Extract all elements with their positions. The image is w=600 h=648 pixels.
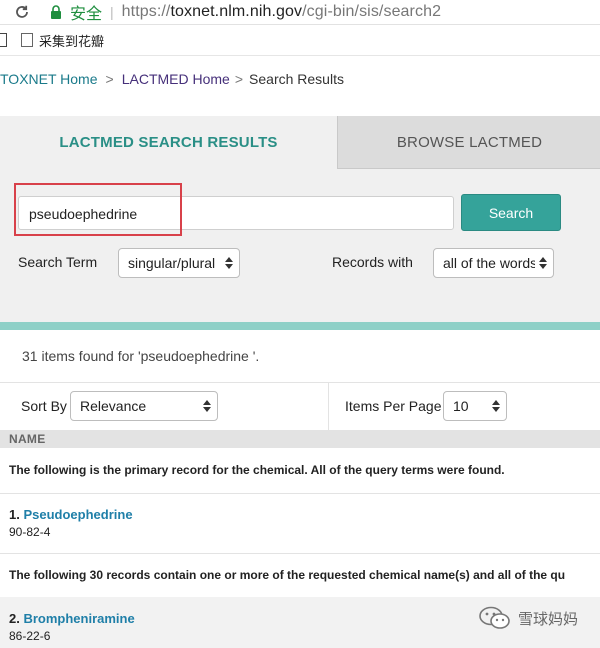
result-cas: 86-22-6	[9, 629, 51, 643]
sort-by-value: Relevance	[80, 398, 147, 414]
records-with-select[interactable]: all of the words	[433, 248, 554, 278]
select-arrows-icon	[492, 398, 500, 414]
result-cas: 90-82-4	[9, 525, 51, 539]
tab-browse-lactmed[interactable]: BROWSE LACTMED	[337, 116, 600, 169]
apps-icon[interactable]	[0, 33, 7, 47]
breadcrumb-separator: >	[234, 71, 244, 87]
items-per-page-value: 10	[453, 398, 469, 414]
select-arrows-icon	[539, 255, 547, 271]
result-link[interactable]: Brompheniramine	[23, 611, 134, 626]
lock-icon	[50, 3, 66, 21]
secondary-records-note: The following 30 records contain one or …	[9, 568, 566, 582]
records-with-label: Records with	[332, 254, 413, 270]
records-with-value: all of the words	[443, 255, 535, 271]
items-per-page-label: Items Per Page	[345, 398, 442, 414]
breadcrumb: TOXNET Home > LACTMED Home > Search Resu…	[0, 70, 344, 88]
divider	[0, 553, 600, 554]
wechat-logo-icon	[478, 606, 512, 630]
sort-controls: Sort By Relevance Items Per Page 10	[0, 382, 600, 431]
primary-record-note: The following is the primary record for …	[9, 463, 505, 477]
reload-icon[interactable]	[12, 2, 32, 22]
breadcrumb-current: Search Results	[249, 71, 344, 87]
select-arrows-icon	[225, 255, 233, 271]
url-host: toxnet.nlm.nih.gov	[170, 3, 303, 20]
result-link[interactable]: Pseudoephedrine	[23, 507, 132, 522]
bookmark-item[interactable]: 采集到花瓣	[39, 31, 104, 50]
result-title: 2. Brompheniramine	[9, 611, 135, 626]
divider	[0, 493, 600, 494]
result-number: 2.	[9, 611, 20, 626]
name-column-header: NAME	[0, 430, 600, 448]
tab-lactmed-search-results[interactable]: LACTMED SEARCH RESULTS	[0, 116, 337, 168]
accent-divider	[0, 322, 600, 330]
breadcrumb-lactmed-home[interactable]: LACTMED Home	[122, 71, 230, 87]
search-input[interactable]: pseudoephedrine	[18, 196, 454, 230]
breadcrumb-separator: >	[105, 71, 114, 87]
sort-by-select[interactable]: Relevance	[70, 391, 218, 421]
search-panel: LACTMED SEARCH RESULTS BROWSE LACTMED ps…	[0, 116, 600, 327]
secure-label: 安全	[70, 6, 103, 23]
bookmark-page-icon	[21, 33, 33, 47]
url-path: /cgi-bin/sis/search2	[302, 3, 442, 20]
bookmarks-bar: 采集到花瓣	[0, 25, 600, 56]
items-per-page-select[interactable]: 10	[443, 391, 507, 421]
search-button[interactable]: Search	[461, 194, 561, 231]
url-field[interactable]: https://toxnet.nlm.nih.gov/cgi-bin/sis/s…	[122, 3, 441, 21]
search-term-value: singular/plural	[128, 255, 216, 271]
result-title: 1. Pseudoephedrine	[9, 507, 133, 522]
watermark-text: 雪球妈妈	[518, 609, 579, 628]
search-term-select[interactable]: singular/plural	[118, 248, 240, 278]
results-count: 31 items found for 'pseudoephedrine '.	[22, 348, 260, 364]
url-scheme: https://	[121, 3, 171, 20]
result-number: 1.	[9, 507, 20, 522]
sort-by-label: Sort By	[21, 398, 67, 414]
breadcrumb-toxnet-home[interactable]: TOXNET Home	[0, 71, 98, 87]
sort-divider	[328, 383, 329, 430]
address-bar: 安全 | https://toxnet.nlm.nih.gov/cgi-bin/…	[0, 0, 600, 25]
address-separator: |	[110, 4, 114, 20]
watermark: 雪球妈妈	[478, 606, 578, 630]
select-arrows-icon	[203, 398, 211, 414]
search-term-label: Search Term	[18, 254, 98, 270]
